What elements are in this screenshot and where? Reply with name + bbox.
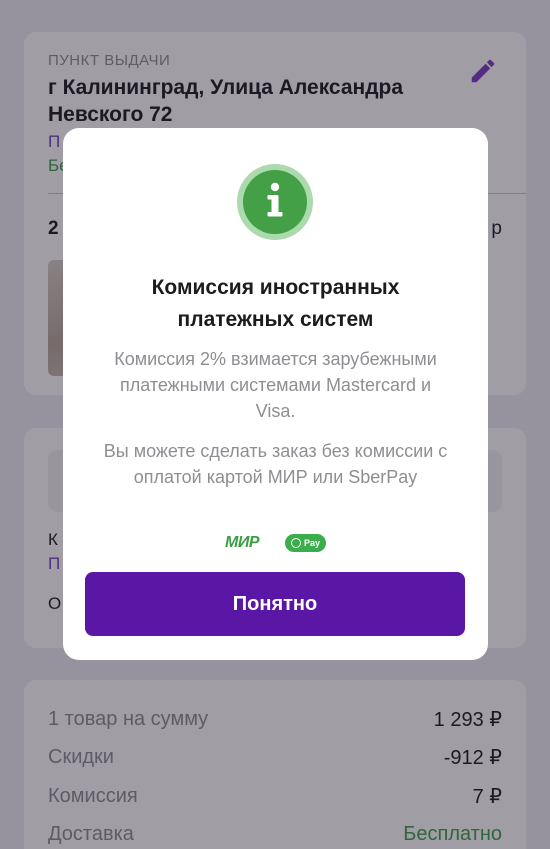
- modal-note: Вы можете сделать заказ без комиссии с о…: [103, 441, 448, 487]
- modal-description: Комиссия 2% взимается зарубежными платеж…: [114, 349, 437, 421]
- payment-logos: МИР Pay: [63, 532, 488, 554]
- sberpay-logo: Pay: [285, 534, 327, 552]
- commission-info-modal: Комиссия иностранных платежных систем Ко…: [63, 128, 488, 660]
- check-icon: [291, 538, 301, 548]
- info-icon: [237, 164, 313, 240]
- sberpay-logo-text: Pay: [304, 538, 321, 548]
- modal-title: Комиссия иностранных платежных систем: [151, 276, 400, 331]
- confirm-button[interactable]: Понятно: [85, 572, 465, 636]
- mir-logo: МИР: [224, 534, 260, 551]
